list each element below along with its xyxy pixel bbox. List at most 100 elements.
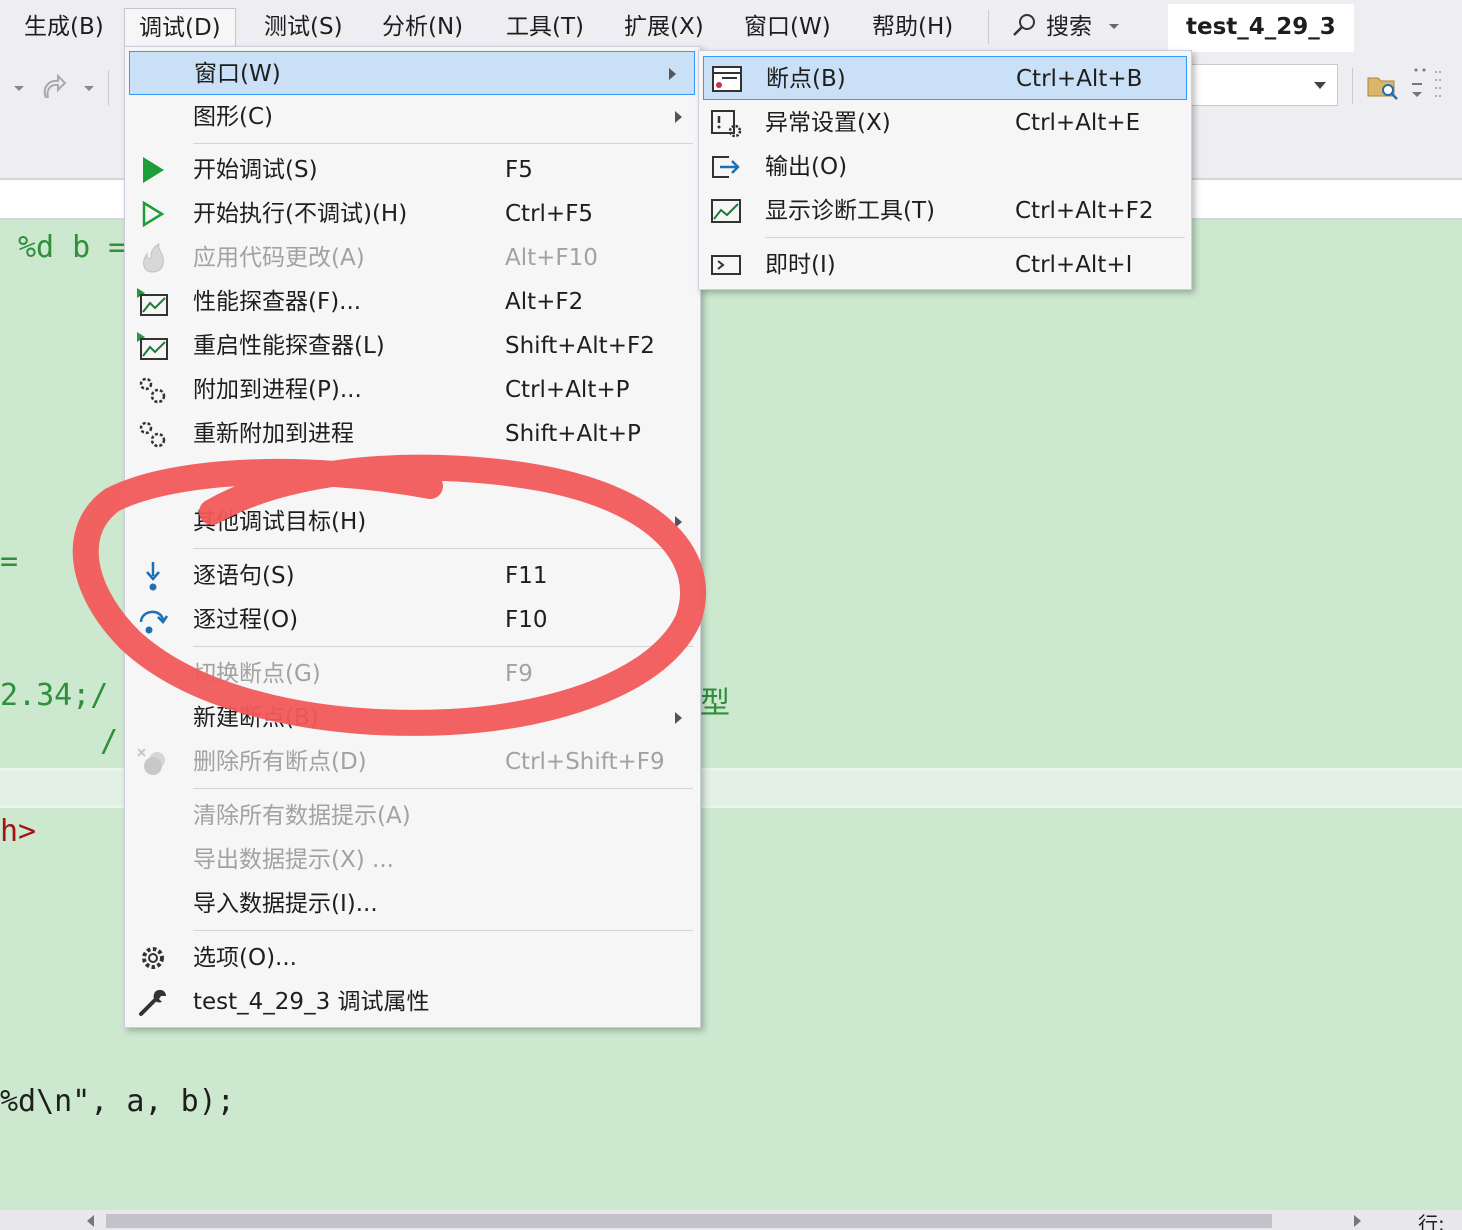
code-line: %d\n", a, b);: [0, 1084, 235, 1119]
menu-item-label: 开始调试(S): [193, 157, 318, 183]
submenu-item-diagnostic-tools[interactable]: 显示诊断工具(T) Ctrl+Alt+F2: [699, 189, 1191, 233]
menu-item-shortcut: Ctrl+Alt+P: [505, 377, 630, 403]
code-line: 型: [700, 686, 730, 721]
menu-item-shortcut: F9: [505, 661, 533, 687]
scroll-right-icon[interactable]: [1352, 1214, 1364, 1228]
menu-item-new-breakpoint[interactable]: 新建断点(B): [125, 696, 700, 740]
menu-item-start-without-debugging[interactable]: 开始执行(不调试)(H) Ctrl+F5: [125, 192, 700, 236]
menu-separator: [193, 548, 693, 549]
submenu-item-exception-settings[interactable]: 异常设置(X) Ctrl+Alt+E: [699, 101, 1191, 145]
menu-item-label: 导出数据提示(X) ...: [193, 847, 394, 873]
scrollbar-thumb[interactable]: [106, 1214, 1272, 1228]
step-over-icon: [139, 610, 169, 634]
menu-item-label: 窗口(W): [194, 61, 281, 87]
menu-extensions[interactable]: 扩展(X): [610, 8, 718, 48]
toolbar-divider: [108, 70, 109, 106]
gears-icon: [139, 421, 166, 448]
menu-item-delete-all-breakpoints[interactable]: 删除所有断点(D) Ctrl+Shift+F9: [125, 740, 700, 784]
menu-item-label: 应用代码更改(A): [193, 245, 365, 271]
submenu-item-label: 异常设置(X): [765, 110, 891, 136]
submenu-item-label: 即时(I): [765, 252, 836, 278]
menu-window[interactable]: 窗口(W): [730, 8, 845, 48]
toolbar-divider: [1352, 68, 1353, 104]
code-line: h>: [0, 814, 37, 849]
search-label: 搜索: [1046, 14, 1092, 40]
chevron-down-icon[interactable]: [82, 84, 96, 94]
folder-search-icon[interactable]: [1366, 70, 1400, 102]
menu-help[interactable]: 帮助(H): [858, 8, 967, 48]
menu-item-label: 其他调试目标(H): [193, 509, 367, 535]
menu-item-clear-all-datatips[interactable]: 清除所有数据提示(A): [125, 794, 700, 838]
menu-item-graphics[interactable]: 图形(C): [125, 95, 700, 139]
menu-item-toggle-breakpoint[interactable]: 切换断点(G) F9: [125, 652, 700, 696]
menu-item-label: 附加到进程(P)...: [193, 377, 362, 403]
menu-item-step-over[interactable]: 逐过程(O) F10: [125, 598, 700, 642]
menu-item-debug-properties[interactable]: test_4_29_3 调试属性: [125, 980, 700, 1024]
menu-item-label: test_4_29_3 调试属性: [193, 989, 430, 1015]
menu-item-reattach-to-process[interactable]: 重新附加到进程 Shift+Alt+P: [125, 412, 700, 456]
performance-chart-icon: [137, 288, 168, 316]
menu-item-label: 性能探查器(F)...: [193, 289, 362, 315]
menu-item-import-datatips[interactable]: 导入数据提示(I)...: [125, 882, 700, 926]
menu-item-options[interactable]: 选项(O)...: [125, 936, 700, 980]
chevron-down-icon[interactable]: [12, 84, 26, 94]
search-button[interactable]: 搜索: [1010, 8, 1121, 48]
play-filled-icon: [143, 157, 164, 183]
menu-item-label: 重启性能探查器(L): [193, 333, 385, 359]
menu-test[interactable]: 测试(S): [250, 8, 357, 48]
delete-breakpoints-icon: [137, 748, 165, 775]
chevron-down-icon: [1109, 24, 1120, 29]
submenu-item-label: 输出(O): [765, 154, 848, 180]
submenu-item-shortcut: Ctrl+Alt+F2: [1015, 198, 1154, 224]
menu-item-shortcut: F5: [505, 157, 533, 183]
submenu-item-output[interactable]: 输出(O): [699, 145, 1191, 189]
project-title: test_4_29_3: [1168, 4, 1354, 52]
submenu-item-shortcut: Ctrl+Alt+I: [1015, 252, 1133, 278]
menu-tools[interactable]: 工具(T): [492, 8, 598, 48]
submenu-arrow-icon: [669, 68, 676, 80]
menu-item-apply-code-changes[interactable]: 应用代码更改(A) Alt+F10: [125, 236, 700, 280]
redo-icon[interactable]: [38, 72, 68, 102]
menu-separator: [193, 788, 693, 789]
scroll-left-icon[interactable]: [84, 1214, 96, 1228]
menu-item-label: 选项(O)...: [193, 945, 297, 971]
menu-build[interactable]: 生成(B): [10, 8, 118, 48]
menu-item-step-into[interactable]: 逐语句(S) F11: [125, 554, 700, 598]
toolbar-overflow-icon[interactable]: [1408, 66, 1448, 106]
menu-item-shortcut: Shift+Alt+F2: [505, 333, 655, 359]
code-line: 2.34;/: [0, 678, 109, 713]
menu-item-start-debugging[interactable]: 开始调试(S) F5: [125, 148, 700, 192]
menu-item-shortcut: Shift+Alt+P: [505, 421, 641, 447]
menu-item-attach-to-process[interactable]: 附加到进程(P)... Ctrl+Alt+P: [125, 368, 700, 412]
menu-item-label: 切换断点(G): [193, 661, 321, 687]
menu-item-relaunch-performance-profiler[interactable]: 重启性能探查器(L) Shift+Alt+F2: [125, 324, 700, 368]
menu-analyze[interactable]: 分析(N): [368, 8, 477, 48]
menu-item-window[interactable]: 窗口(W): [129, 51, 695, 95]
menu-item-export-datatips[interactable]: 导出数据提示(X) ...: [125, 838, 700, 882]
submenu-item-immediate[interactable]: 即时(I) Ctrl+Alt+I: [699, 243, 1191, 287]
play-outline-icon: [142, 200, 165, 228]
submenu-arrow-icon: [675, 712, 682, 724]
code-line: %d b =: [18, 230, 127, 265]
menu-separator: [193, 143, 693, 144]
menu-item-label: 逐过程(O): [193, 607, 299, 633]
menu-item-label: 新建断点(B): [193, 705, 319, 731]
breakpoints-window-icon: [712, 66, 742, 92]
exception-settings-icon: [711, 110, 742, 138]
menu-item-label: 重新附加到进程: [193, 421, 354, 447]
menu-item-label: 导入数据提示(I)...: [193, 891, 378, 917]
menu-debug[interactable]: 调试(D): [124, 8, 236, 48]
menu-item-other-debug-targets[interactable]: 其他调试目标(H): [125, 500, 700, 544]
submenu-separator: [765, 237, 1185, 238]
flame-icon: [143, 243, 164, 273]
menu-item-shortcut: Alt+F10: [505, 245, 598, 271]
menu-item-shortcut: F10: [505, 607, 548, 633]
menu-item-label: 开始执行(不调试)(H): [193, 201, 408, 227]
horizontal-scrollbar[interactable]: [0, 1210, 1462, 1230]
configuration-combo[interactable]: [1190, 64, 1338, 106]
menu-item-shortcut: Ctrl+Shift+F9: [505, 749, 665, 775]
immediate-window-icon: [711, 255, 741, 275]
submenu-item-breakpoints[interactable]: 断点(B) Ctrl+Alt+B: [703, 56, 1187, 100]
code-line: =: [0, 544, 19, 579]
menu-item-performance-profiler[interactable]: 性能探查器(F)... Alt+F2: [125, 280, 700, 324]
